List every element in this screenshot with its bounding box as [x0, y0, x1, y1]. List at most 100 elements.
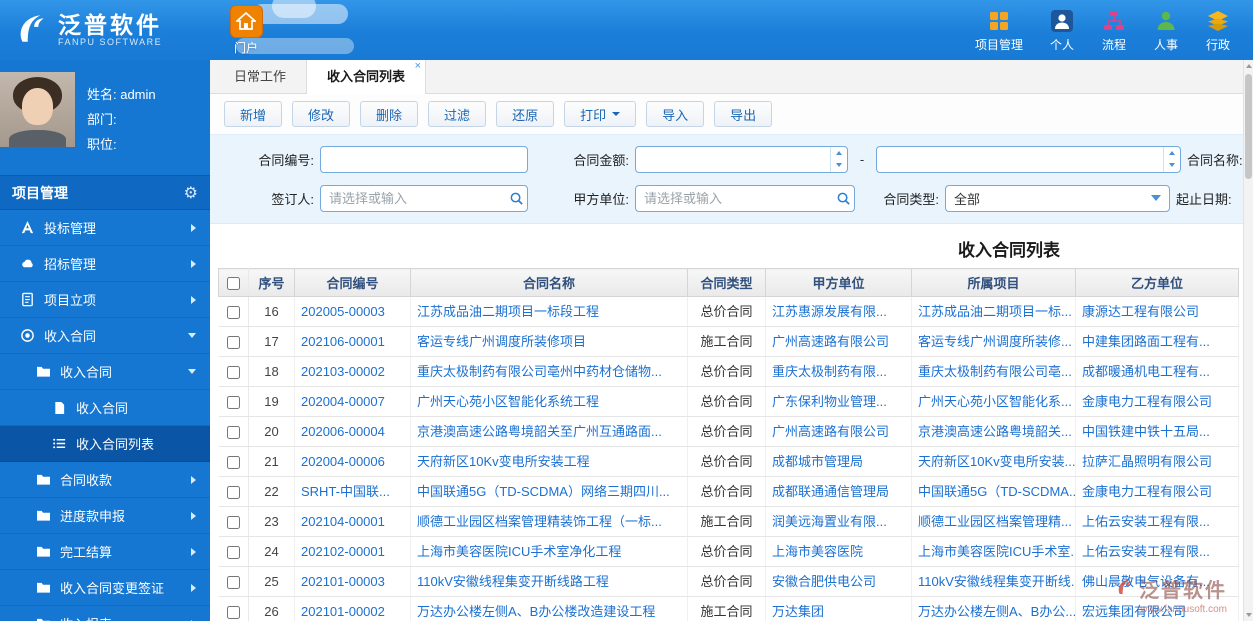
select-all-checkbox[interactable]	[227, 277, 240, 291]
row-checkbox[interactable]	[226, 516, 240, 530]
table-row[interactable]: 23 202104-00001 顺德工业园区档案管理精装饰工程（一标... 施工…	[218, 506, 1239, 537]
row-checkbox[interactable]	[226, 336, 240, 350]
cell-contract-name[interactable]: 京港澳高速公路粤境韶关至广州互通路面...	[410, 416, 688, 447]
print-button[interactable]: 打印	[564, 101, 637, 127]
cell-contract-no[interactable]: 202103-00002	[294, 356, 411, 387]
cell-contract-name[interactable]: 万达办公楼左侧A、B办公楼改造建设工程	[410, 596, 688, 621]
row-checkbox[interactable]	[226, 606, 240, 620]
cell-contract-name[interactable]: 110kV安徽线程集变开断线路工程	[410, 566, 688, 597]
cell-party-a[interactable]: 江苏惠源发展有限...	[765, 296, 912, 327]
row-checkbox[interactable]	[226, 396, 240, 410]
cell-contract-name[interactable]: 上海市美容医院ICU手术室净化工程	[410, 536, 688, 567]
cell-party-a[interactable]: 润美远海置业有限...	[765, 506, 912, 537]
number-stepper[interactable]	[1163, 146, 1180, 172]
cell-party-a[interactable]: 成都联通通信管理局	[765, 476, 912, 507]
row-checkbox[interactable]	[226, 456, 240, 470]
cell-contract-name[interactable]: 天府新区10Kv变电所安装工程	[410, 446, 688, 477]
cell-party-a[interactable]: 上海市美容医院	[765, 536, 912, 567]
sidebar-item-income-contract-entry[interactable]: 收入合同	[0, 390, 210, 426]
cell-project[interactable]: 天府新区10Kv变电所安装...	[911, 446, 1076, 477]
column-header-contract-name[interactable]: 合同名称	[410, 268, 688, 297]
cell-contract-name[interactable]: 江苏成品油二期项目一标段工程	[410, 296, 688, 327]
cell-contract-no[interactable]: 202005-00003	[294, 296, 411, 327]
sidebar-item-income-contract-group[interactable]: 收入合同	[0, 354, 210, 390]
row-checkbox[interactable]	[226, 306, 240, 320]
cell-project[interactable]: 京港澳高速公路粤境韶关...	[911, 416, 1076, 447]
sidebar-item-project-initiation[interactable]: 项目立项	[0, 282, 210, 318]
column-header-party-b[interactable]: 乙方单位	[1075, 268, 1239, 297]
column-header-contract-type[interactable]: 合同类型	[687, 268, 766, 297]
cell-project[interactable]: 110kV安徽线程集变开断线...	[911, 566, 1076, 597]
row-checkbox[interactable]	[226, 486, 240, 500]
nav-personal[interactable]: 个人	[1049, 8, 1075, 53]
edit-button[interactable]: 修改	[292, 101, 351, 127]
cell-contract-name[interactable]: 广州天心苑小区智能化系统工程	[410, 386, 688, 417]
cell-contract-no[interactable]: 202102-00001	[294, 536, 411, 567]
cell-project[interactable]: 顺德工业园区档案管理精...	[911, 506, 1076, 537]
gear-icon[interactable]: ⚙	[184, 183, 198, 203]
table-row[interactable]: 26 202101-00002 万达办公楼左侧A、B办公楼改造建设工程 施工合同…	[218, 596, 1239, 621]
nav-administration[interactable]: 行政	[1205, 8, 1231, 53]
cell-contract-no[interactable]: 202101-00003	[294, 566, 411, 597]
cell-party-b[interactable]: 佛山晨敬电气设备有...	[1075, 566, 1239, 597]
contract-no-input[interactable]	[321, 146, 527, 172]
nav-hr[interactable]: 人事	[1153, 8, 1179, 53]
table-row[interactable]: 25 202101-00003 110kV安徽线程集变开断线路工程 总价合同 安…	[218, 566, 1239, 597]
row-checkbox[interactable]	[226, 546, 240, 560]
sidebar-item-contract-collection[interactable]: 合同收款	[0, 462, 210, 498]
sidebar-item-income-contract[interactable]: 收入合同	[0, 318, 210, 354]
close-icon[interactable]: ×	[415, 60, 421, 73]
cell-contract-no[interactable]: 202101-00002	[294, 596, 411, 621]
cell-contract-no[interactable]: 202006-00004	[294, 416, 411, 447]
cell-project[interactable]: 上海市美容医院ICU手术室...	[911, 536, 1076, 567]
nav-project-management[interactable]: 项目管理	[975, 8, 1023, 53]
vertical-scrollbar[interactable]	[1243, 60, 1253, 621]
cell-project[interactable]: 万达办公楼左侧A、B办公...	[911, 596, 1076, 621]
scroll-down-icon[interactable]	[1244, 609, 1253, 621]
cell-party-b[interactable]: 中建集团路面工程有...	[1075, 326, 1239, 357]
nav-process[interactable]: 流程	[1101, 8, 1127, 53]
cell-project[interactable]: 江苏成品油二期项目一标...	[911, 296, 1076, 327]
cell-project[interactable]: 中国联通5G（TD-SCDMA...	[911, 476, 1076, 507]
cell-contract-name[interactable]: 顺德工业园区档案管理精装饰工程（一标...	[410, 506, 688, 537]
cell-party-b[interactable]: 上佑云安装工程有限...	[1075, 506, 1239, 537]
table-row[interactable]: 22 SRHT-中国联... 中国联通5G（TD-SCDMA）网络三期四川...…	[218, 476, 1239, 507]
scroll-up-icon[interactable]	[1244, 60, 1253, 72]
cell-party-b[interactable]: 金康电力工程有限公司	[1075, 386, 1239, 417]
cell-contract-name[interactable]: 客运专线广州调度所装修项目	[410, 326, 688, 357]
cell-project[interactable]: 重庆太极制药有限公司亳...	[911, 356, 1076, 387]
cell-party-a[interactable]: 重庆太极制药有限...	[765, 356, 912, 387]
delete-button[interactable]: 删除	[360, 101, 419, 127]
column-header-contract-no[interactable]: 合同编号	[294, 268, 411, 297]
cell-party-a[interactable]: 安徽合肥供电公司	[765, 566, 912, 597]
import-button[interactable]: 导入	[646, 101, 705, 127]
sidebar-item-income-contract-list[interactable]: 收入合同列表	[0, 426, 210, 462]
row-checkbox[interactable]	[226, 576, 240, 590]
cell-contract-name[interactable]: 中国联通5G（TD-SCDMA）网络三期四川...	[410, 476, 688, 507]
signer-input[interactable]	[321, 185, 505, 211]
contract-type-select[interactable]: 全部	[945, 184, 1170, 212]
number-stepper[interactable]	[830, 146, 847, 172]
sidebar-item-tender-management[interactable]: 招标管理	[0, 246, 210, 282]
cell-party-a[interactable]: 广州高速路有限公司	[765, 416, 912, 447]
sidebar-item-bid-management[interactable]: 投标管理	[0, 210, 210, 246]
table-row[interactable]: 19 202004-00007 广州天心苑小区智能化系统工程 总价合同 广东保利…	[218, 386, 1239, 417]
column-header-seq[interactable]: 序号	[248, 268, 295, 297]
scrollbar-thumb[interactable]	[1245, 74, 1252, 179]
cell-party-b[interactable]: 中国铁建中铁十五局...	[1075, 416, 1239, 447]
sidebar-item-income-report[interactable]: 收入报表	[0, 606, 210, 621]
contract-amount-to-input[interactable]	[877, 146, 1163, 172]
cell-contract-no[interactable]: 202004-00006	[294, 446, 411, 477]
table-row[interactable]: 17 202106-00001 客运专线广州调度所装修项目 施工合同 广州高速路…	[218, 326, 1239, 357]
restore-button[interactable]: 还原	[496, 101, 555, 127]
tab-daily-work[interactable]: 日常工作	[214, 60, 306, 93]
cell-party-a[interactable]: 广州高速路有限公司	[765, 326, 912, 357]
cell-contract-no[interactable]: 202104-00001	[294, 506, 411, 537]
cell-contract-no[interactable]: 202106-00001	[294, 326, 411, 357]
nav-portal[interactable]: 门户	[220, 0, 272, 60]
cell-contract-no[interactable]: SRHT-中国联...	[294, 476, 411, 507]
cell-project[interactable]: 广州天心苑小区智能化系...	[911, 386, 1076, 417]
cell-party-b[interactable]: 上佑云安装工程有限...	[1075, 536, 1239, 567]
search-icon[interactable]	[505, 191, 527, 206]
cell-project[interactable]: 客运专线广州调度所装修...	[911, 326, 1076, 357]
